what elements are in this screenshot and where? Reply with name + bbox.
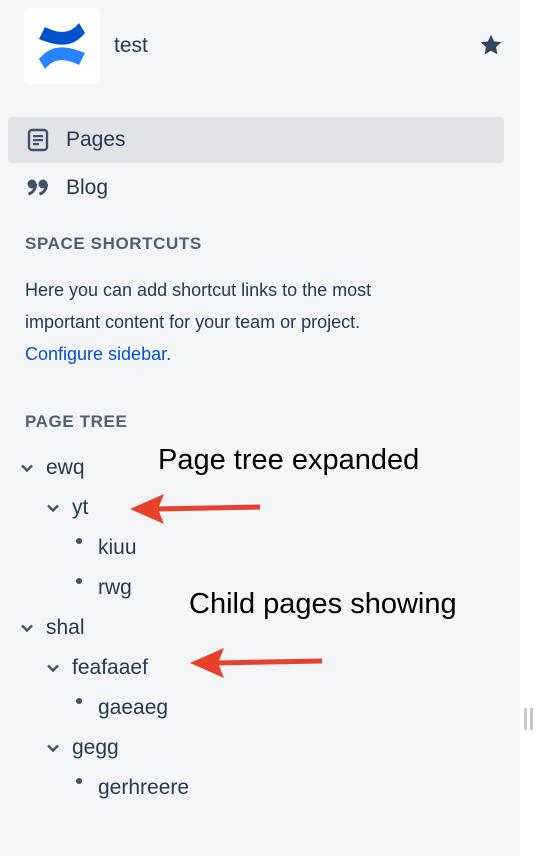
shortcuts-description: Here you can add shortcut links to the m…: [25, 274, 465, 370]
tree-item-ewq[interactable]: ewq: [20, 452, 85, 484]
sidebar-resize-handle[interactable]: [524, 708, 534, 732]
tree-item-label: gaeaeg: [98, 696, 169, 719]
tree-item-feafaaef[interactable]: feafaaef: [46, 652, 148, 684]
shortcuts-text-line3: Configure sidebar.: [25, 338, 465, 370]
link-suffix: .: [166, 344, 172, 364]
annotation-page-tree-expanded: Page tree expanded: [158, 444, 420, 476]
bullet-icon: [76, 698, 82, 704]
annotation-child-pages-showing: Child pages showing: [189, 588, 457, 620]
bullet-icon: [76, 538, 82, 544]
confluence-logo-icon: [39, 23, 85, 69]
pages-icon: [24, 126, 52, 154]
space-shortcuts-heading: SPACE SHORTCUTS: [25, 234, 202, 253]
tree-item-label: gerhreere: [98, 776, 190, 799]
space-logo[interactable]: [24, 8, 100, 84]
tree-item-label: ewq: [46, 456, 85, 479]
tree-item-label: yt: [72, 496, 89, 519]
space-sidebar: test Pages Blog SPACE SHORTCUTS Here you…: [0, 0, 520, 856]
tree-item-label: rwg: [98, 576, 132, 599]
shortcuts-text-line1: Here you can add shortcut links to the m…: [25, 280, 372, 300]
quote-icon: [24, 174, 52, 202]
star-icon[interactable]: [478, 32, 504, 58]
tree-item-label: kiuu: [98, 536, 137, 559]
tree-item-gaeaeg[interactable]: gaeaeg: [76, 692, 168, 724]
shortcuts-text-line2: important content for your team or proje…: [25, 312, 361, 332]
chevron-down-icon[interactable]: [46, 741, 60, 755]
page-tree-heading: PAGE TREE: [25, 412, 128, 431]
red-arrow-icon: [130, 494, 261, 524]
nav-blog[interactable]: Blog: [8, 165, 504, 211]
nav-blog-label: Blog: [66, 176, 109, 199]
tree-item-shal[interactable]: shal: [20, 612, 85, 644]
configure-sidebar-link[interactable]: Configure sidebar: [25, 344, 166, 364]
tree-item-gerhreere[interactable]: gerhreere: [76, 772, 189, 804]
chevron-down-icon[interactable]: [20, 621, 34, 635]
tree-item-label: gegg: [72, 736, 119, 759]
tree-item-gegg[interactable]: gegg: [46, 732, 119, 764]
tree-item-label: feafaaef: [72, 656, 148, 679]
nav-pages[interactable]: Pages: [8, 117, 504, 163]
nav-pages-label: Pages: [66, 128, 126, 151]
tree-item-label: shal: [46, 616, 85, 639]
tree-item-yt[interactable]: yt: [46, 492, 88, 524]
tree-item-kiuu[interactable]: kiuu: [76, 532, 137, 564]
space-header: test: [24, 8, 504, 84]
chevron-down-icon[interactable]: [20, 461, 34, 475]
red-arrow-icon: [190, 648, 323, 678]
space-name[interactable]: test: [114, 34, 148, 58]
tree-item-rwg[interactable]: rwg: [76, 572, 132, 604]
bullet-icon: [76, 778, 82, 784]
chevron-down-icon[interactable]: [46, 501, 60, 515]
bullet-icon: [76, 578, 82, 584]
chevron-down-icon[interactable]: [46, 661, 60, 675]
